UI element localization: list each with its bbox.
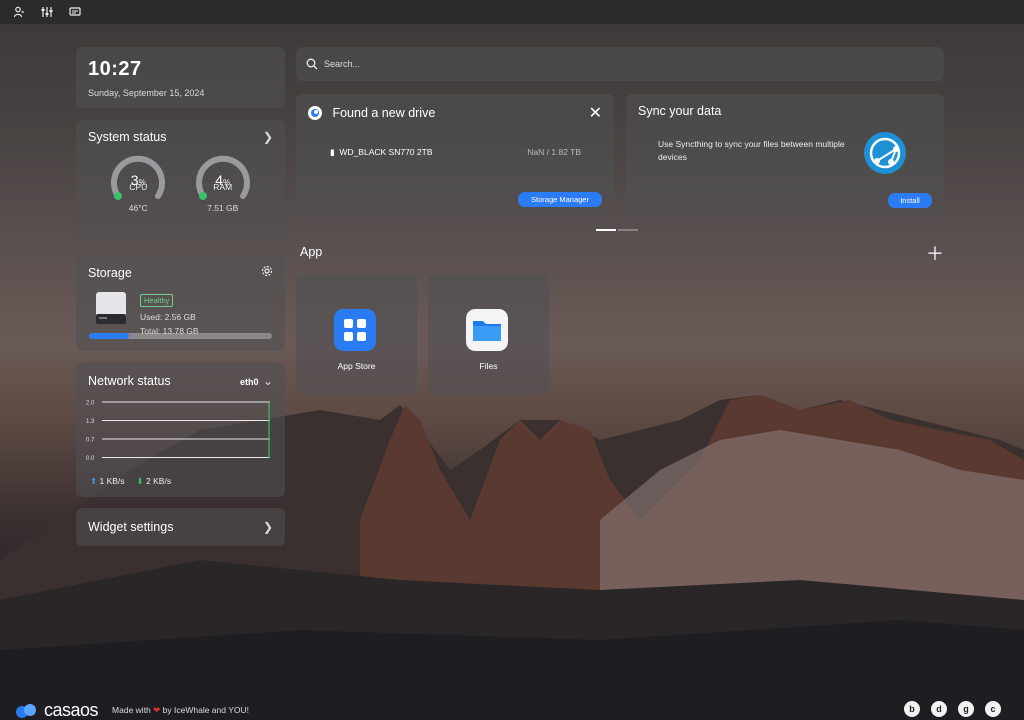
add-app-icon[interactable]: ＋ xyxy=(926,240,944,266)
y-tick-label: 0.7 xyxy=(86,438,95,444)
footer-links: b d g c xyxy=(904,701,1001,717)
app-section-heading: App xyxy=(300,245,323,259)
top-bar xyxy=(0,0,1024,24)
new-drive-card: Found a new drive ✕ ▮ WD_BLACK SN770 2TB… xyxy=(296,94,614,217)
network-status-title: Network status xyxy=(88,374,171,388)
drive-icon: ▮ xyxy=(330,147,335,157)
github-icon[interactable]: g xyxy=(958,701,974,717)
y-tick-label: 2.0 xyxy=(86,401,95,407)
system-status-widget: System status ❯ 3% CPU 46°C 4% RAM 7.51 … xyxy=(76,120,285,242)
widget-settings-button[interactable]: Widget settings ❯ xyxy=(76,508,285,546)
carousel-dot xyxy=(618,229,638,231)
storage-usage-bar xyxy=(89,333,272,339)
storage-title: Storage xyxy=(88,266,132,280)
cpu-gauge: 3% CPU 46°C xyxy=(107,152,169,213)
interface-name: eth0 xyxy=(239,377,259,387)
arrow-up-icon: ⬆ xyxy=(90,476,98,486)
healthy-badge: Healthy xyxy=(140,294,174,307)
brand-name: casaos xyxy=(44,700,99,720)
sync-description: Use Syncthing to sync your files between… xyxy=(658,139,845,162)
widget-settings-title: Widget settings xyxy=(88,520,174,534)
upload-rate: ⬆ 1 KB/s xyxy=(90,476,125,486)
system-status-title: System status xyxy=(88,130,167,144)
gear-icon[interactable] xyxy=(261,264,273,282)
interface-selector[interactable]: eth0 ⌄ xyxy=(240,372,273,390)
clock-widget: 10:27 Sunday, September 15, 2024 xyxy=(76,47,285,108)
new-drive-title: Found a new drive xyxy=(332,106,436,120)
casaos-logo-icon xyxy=(16,703,36,718)
monitor-icon[interactable] xyxy=(64,1,86,23)
storage-usage-fill xyxy=(89,333,130,339)
y-tick-label: 1.3 xyxy=(86,419,95,425)
casaos-logo-icon xyxy=(308,105,322,120)
cpu-temperature: 46°C xyxy=(128,203,148,213)
cpu-value: 3 xyxy=(130,172,139,188)
y-tick-label: 0.0 xyxy=(86,456,95,462)
app-store-icon xyxy=(334,309,376,351)
ram-unit: % xyxy=(223,178,231,187)
chevron-down-icon: ⌄ xyxy=(262,374,273,388)
install-button[interactable]: Install xyxy=(888,193,932,208)
carousel-dot-active xyxy=(596,229,616,231)
cpu-unit: % xyxy=(138,178,146,187)
app-tile-files[interactable]: Files xyxy=(428,274,549,394)
clock-time: 10:27 xyxy=(88,58,142,80)
files-icon xyxy=(466,309,508,351)
user-icon[interactable] xyxy=(8,1,30,23)
search-bar[interactable] xyxy=(296,47,944,81)
clock-date: Sunday, September 15, 2024 xyxy=(88,88,205,98)
download-rate: ⬇ 2 KB/s xyxy=(136,476,172,486)
network-legend: ⬆ 1 KB/s ⬇ 2 KB/s xyxy=(90,476,171,487)
carousel-indicator[interactable] xyxy=(596,229,638,231)
chevron-right-icon[interactable]: ❯ xyxy=(263,130,273,144)
heart-icon: ❤ xyxy=(153,705,161,715)
ram-value: 4 xyxy=(215,172,224,188)
storage-used: Used: 2.56 GB xyxy=(140,312,196,322)
chevron-right-icon: ❯ xyxy=(262,520,273,534)
search-icon xyxy=(306,58,318,70)
discord-icon[interactable]: d xyxy=(931,701,947,717)
blog-icon[interactable]: b xyxy=(904,701,920,717)
close-icon[interactable]: ✕ xyxy=(589,103,602,123)
storage-manager-button[interactable]: Storage Manager xyxy=(518,192,602,207)
sync-title: Sync your data xyxy=(638,104,722,118)
drive-size: NaN / 1.82 TB xyxy=(527,147,581,157)
chat-icon[interactable]: c xyxy=(985,701,1001,717)
arrow-down-icon: ⬇ xyxy=(136,476,144,486)
made-with-text: Made with ❤ by IceWhale and YOU! xyxy=(112,705,249,715)
footer: casaos Made with ❤ by IceWhale and YOU! xyxy=(14,700,249,720)
search-input[interactable] xyxy=(324,59,924,69)
hard-drive-icon xyxy=(96,292,126,324)
app-label: Files xyxy=(479,361,498,371)
network-chart: 2.0 1.3 0.7 0.0 xyxy=(86,401,270,462)
ram-total: 7.51 GB xyxy=(207,203,239,213)
sync-data-card: Sync your data Use Syncthing to sync you… xyxy=(626,94,944,217)
syncthing-icon xyxy=(864,132,906,174)
ram-gauge: 4% RAM 7.51 GB xyxy=(192,152,254,213)
app-tile-app-store[interactable]: App Store xyxy=(296,274,417,394)
app-label: App Store xyxy=(337,361,376,371)
drive-name: ▮ WD_BLACK SN770 2TB xyxy=(330,147,433,157)
sliders-icon[interactable] xyxy=(36,1,58,23)
